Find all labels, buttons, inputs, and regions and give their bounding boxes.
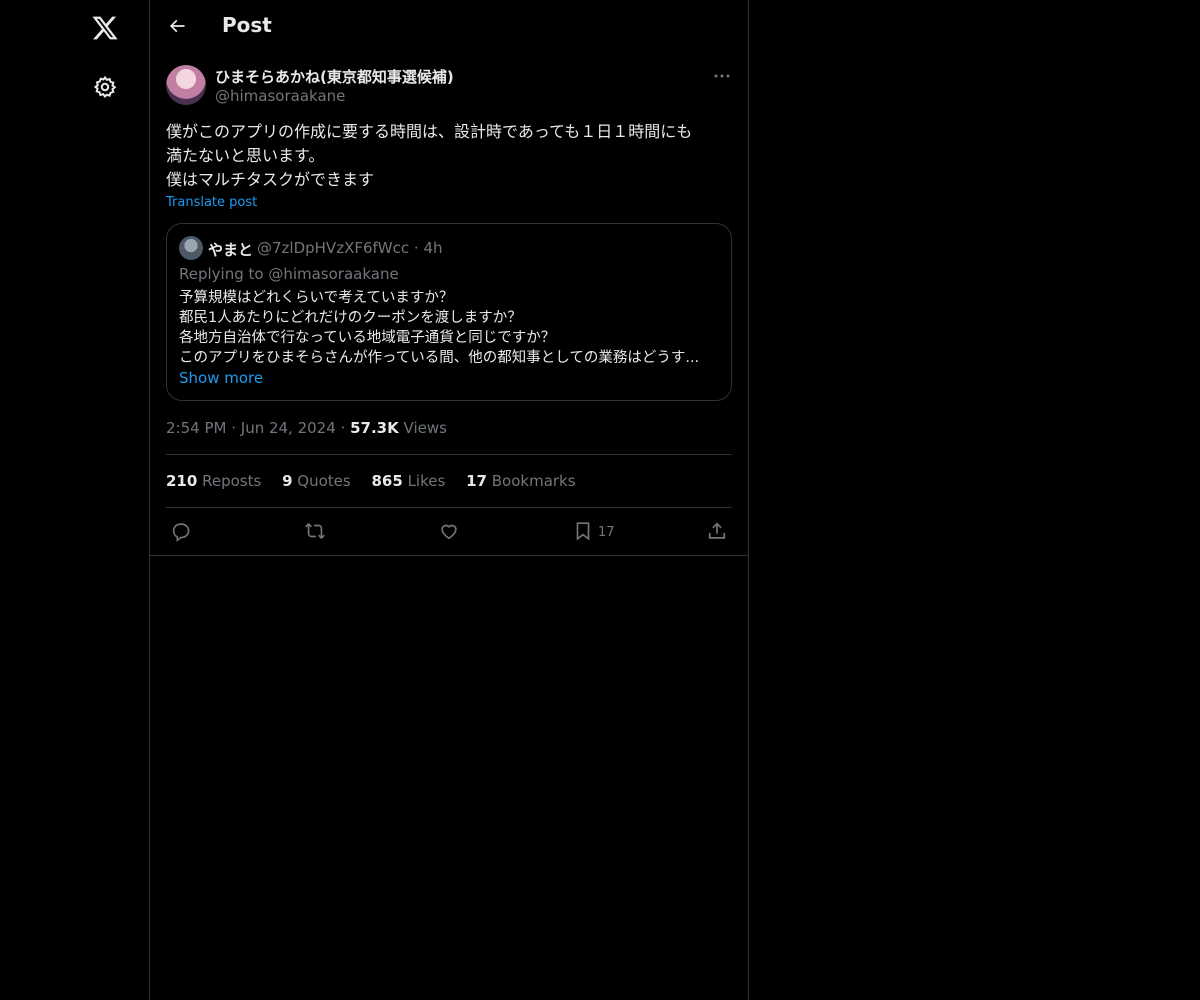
main-column: Post ひまそらあかね(東京都知事選候補) @himasoraakane 僕が… — [149, 0, 749, 1000]
quote-author-avatar — [179, 236, 203, 260]
header: Post — [150, 0, 748, 54]
post-date[interactable]: Jun 24, 2024 — [241, 419, 336, 437]
translate-post-link[interactable]: Translate post — [166, 195, 257, 210]
quoted-post[interactable]: やまと @7zlDpHVzXF6fWcc · 4h Replying to @h… — [166, 223, 732, 401]
action-bar: 17 — [150, 508, 748, 555]
x-logo-icon[interactable] — [91, 14, 119, 42]
author-avatar[interactable] — [166, 65, 206, 105]
quote-replying-to: Replying to @himasoraakane — [179, 265, 399, 283]
post-metadata: 2:54 PM · Jun 24, 2024 · 57.3K Views — [166, 419, 447, 437]
divider — [166, 454, 732, 455]
quotes-stat[interactable]: 9 Quotes — [282, 472, 351, 490]
views-count: 57.3K — [350, 419, 399, 437]
post-text-line: 僕がこのアプリの作成に要する時間は、設計時であっても１日１時間にも — [166, 122, 693, 141]
engagement-stats: 210 Reposts 9 Quotes 865 Likes 17 Bookma… — [166, 472, 592, 490]
post-time[interactable]: 2:54 PM — [166, 419, 226, 437]
quote-text-line: 予算規模はどれくらいで考えていますか？ — [179, 290, 454, 306]
left-nav — [0, 0, 149, 1000]
quote-text: 予算規模はどれくらいで考えていますか？ 都民1人あたりにどれだけのクーポンを渡し… — [179, 288, 719, 368]
quote-time: 4h — [423, 239, 443, 257]
quote-author-meta: @7zlDpHVzXF6fWcc · 4h — [257, 239, 443, 257]
back-arrow-icon[interactable] — [167, 16, 187, 36]
post-text-line: 僕はマルチタスクができます — [166, 170, 375, 189]
divider — [150, 555, 748, 556]
quote-author-handle: @7zlDpHVzXF6fWcc — [257, 239, 410, 257]
gear-icon[interactable] — [93, 75, 117, 99]
author-handle[interactable]: @himasoraakane — [215, 87, 345, 105]
author-name[interactable]: ひまそらあかね(東京都知事選候補) — [215, 66, 454, 87]
quote-text-line: 都民1人あたりにどれだけのクーポンを渡しますか？ — [179, 310, 522, 326]
reposts-stat[interactable]: 210 Reposts — [166, 472, 261, 490]
likes-stat[interactable]: 865 Likes — [371, 472, 445, 490]
quote-author-name: やまと — [208, 241, 254, 259]
views-label: Views — [403, 419, 447, 437]
page-title: Post — [222, 13, 272, 37]
share-icon[interactable] — [706, 520, 728, 542]
quote-text-line: 各地方自治体で行なっている地域電子通貨と同じですか？ — [179, 330, 556, 346]
bookmark-icon[interactable] — [572, 520, 594, 542]
post-text-line: 満たないと思います。 — [166, 146, 325, 165]
bookmarks-stat[interactable]: 17 Bookmarks — [466, 472, 575, 490]
show-more-link[interactable]: Show more — [179, 369, 263, 387]
post-text: 僕がこのアプリの作成に要する時間は、設計時であっても１日１時間にも 満たないと思… — [166, 120, 736, 192]
more-options-icon[interactable] — [712, 66, 732, 86]
quote-text-line: このアプリをひまそらさんが作っている間、他の都知事としての業務はどうす... — [179, 350, 700, 366]
repost-icon[interactable] — [304, 520, 326, 542]
bookmark-count: 17 — [598, 525, 615, 540]
like-icon[interactable] — [438, 520, 460, 542]
reply-icon[interactable] — [170, 520, 192, 542]
